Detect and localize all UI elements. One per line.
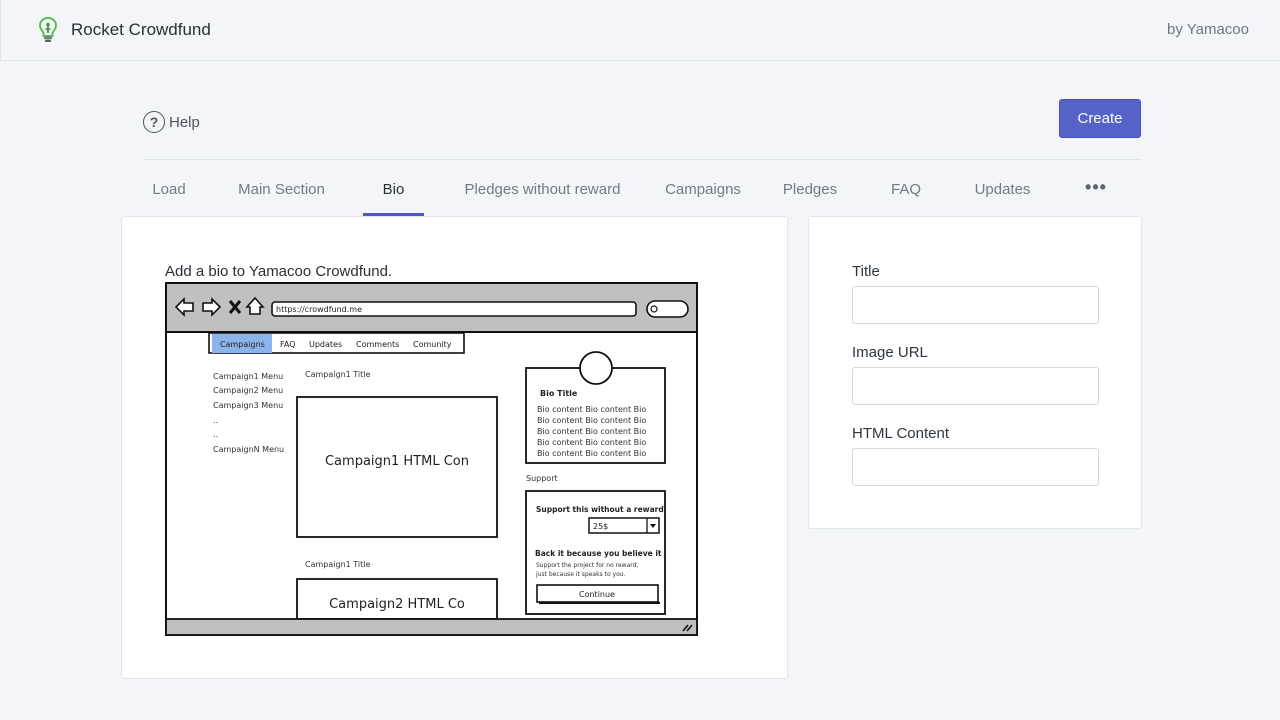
- image-url-input[interactable]: [852, 367, 1099, 405]
- bio-form-card: Title Image URL HTML Content: [808, 216, 1142, 529]
- tab-bar: Load Main Section Bio Pledges without re…: [0, 170, 1280, 216]
- tab-main-section[interactable]: Main Section: [230, 170, 333, 216]
- lightbulb-icon: [38, 16, 58, 42]
- tab-load[interactable]: Load: [143, 170, 195, 216]
- tabs-divider: [143, 159, 1141, 160]
- wireframe-campaign2-title: Campaign1 Title: [305, 560, 370, 569]
- tab-updates[interactable]: Updates: [966, 170, 1039, 216]
- app-title: Rocket Crowdfund: [71, 20, 211, 39]
- wireframe-support-label: Support: [526, 474, 558, 483]
- tab-pledges-without-reward[interactable]: Pledges without reward: [455, 170, 630, 216]
- wireframe-menu-item: ..: [213, 416, 218, 425]
- wireframe-campaign1-content: Campaign1 HTML Con: [325, 454, 469, 469]
- help-label: Help: [169, 113, 200, 131]
- bio-description: Add a bio to Yamacoo Crowdfund.: [165, 263, 393, 280]
- wireframe-continue-label: Continue: [579, 590, 615, 599]
- wireframe-bio-title: Bio Title: [540, 389, 578, 398]
- tab-campaigns[interactable]: Campaigns: [658, 170, 748, 216]
- wireframe-campaign1-title: Campaign1 Title: [305, 370, 370, 379]
- bio-preview-card: Add a bio to Yamacoo Crowdfund. https://…: [121, 216, 788, 679]
- wireframe-menu-item: ..: [213, 430, 218, 439]
- wireframe-nav-item: Comments: [356, 340, 399, 349]
- wireframe-bio-line: Bio content Bio content Bio: [537, 416, 646, 425]
- wireframe-status-bar: [165, 618, 698, 636]
- create-button[interactable]: Create: [1059, 99, 1141, 138]
- wireframe-support-heading: Support this without a reward: [536, 505, 664, 514]
- more-horizontal-icon[interactable]: •••: [1078, 170, 1114, 216]
- wireframe-bio-line: Bio content Bio content Bio: [537, 427, 646, 436]
- tab-bio[interactable]: Bio: [363, 170, 424, 216]
- wireframe-back-text: Support the project for no reward,: [536, 562, 638, 569]
- wireframe-back-heading: Back it because you believe it: [535, 549, 662, 558]
- html-content-label: HTML Content: [852, 425, 949, 442]
- image-url-label: Image URL: [852, 344, 928, 361]
- author-label: by Yamacoo: [1167, 21, 1249, 38]
- wireframe-bio-line: Bio content Bio content Bio: [537, 405, 646, 414]
- wireframe-nav-item: Comunity: [413, 340, 452, 349]
- wireframe-url: https://crowdfund.me: [276, 305, 362, 314]
- wireframe-bio-line: Bio content Bio content Bio: [537, 438, 646, 447]
- help-link[interactable]: ? Help: [143, 111, 200, 133]
- top-bar: Rocket Crowdfund by Yamacoo: [0, 0, 1280, 61]
- wireframe-campaign2-content: Campaign2 HTML Co: [329, 597, 465, 612]
- bio-wireframe-image: https://crowdfund.me Campaigns FAQ Updat…: [165, 282, 698, 636]
- html-content-input[interactable]: [852, 448, 1099, 486]
- tab-pledges[interactable]: Pledges: [776, 170, 844, 216]
- wireframe-bio-line: Bio content Bio content Bio: [537, 449, 646, 458]
- tab-faq[interactable]: FAQ: [883, 170, 929, 216]
- title-input[interactable]: [852, 286, 1099, 324]
- wireframe-menu-item: Campaign3 Menu: [213, 401, 283, 410]
- wireframe-menu-item: Campaign1 Menu: [213, 372, 283, 381]
- question-circle-icon: ?: [143, 111, 165, 133]
- wireframe-nav-item: Campaigns: [220, 340, 265, 349]
- wireframe-amount: 25$: [593, 522, 608, 531]
- wireframe-menu-item: CampaignN Menu: [213, 445, 284, 454]
- title-label: Title: [852, 263, 880, 280]
- wireframe-nav-item: FAQ: [280, 340, 296, 349]
- wireframe-search-box: [646, 300, 689, 318]
- wireframe-back-text: just because it speaks to you.: [535, 571, 626, 578]
- wireframe-menu-item: Campaign2 Menu: [213, 386, 283, 395]
- wireframe-nav-item: Updates: [309, 340, 342, 349]
- wireframe-bio-avatar: [579, 351, 613, 385]
